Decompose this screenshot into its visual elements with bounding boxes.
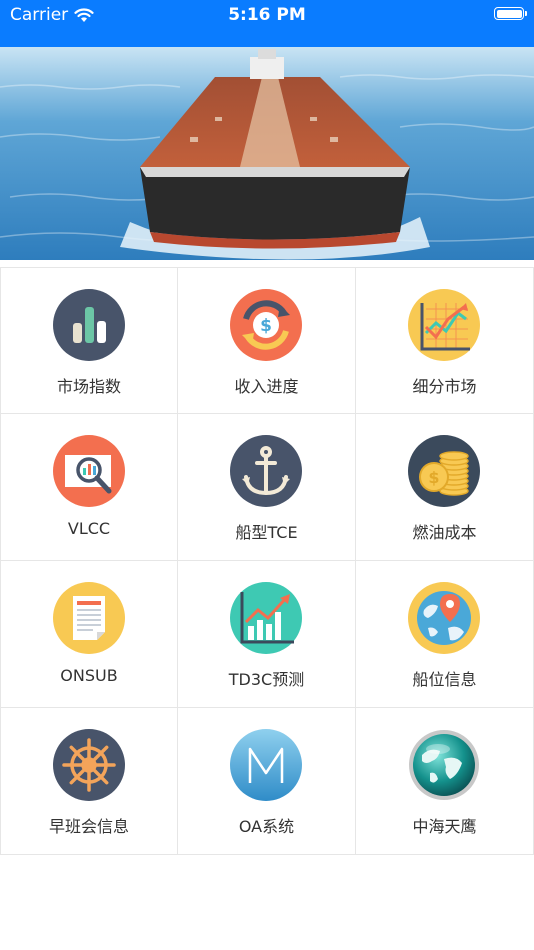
- menu-item-segment-market[interactable]: 细分市场: [356, 267, 534, 414]
- svg-text:$: $: [428, 468, 439, 487]
- status-time: 5:16 PM: [228, 5, 306, 25]
- menu-item-label: OA系统: [238, 817, 295, 836]
- magnifier-chart-icon: [53, 435, 125, 507]
- menu-item-label: ONSUB: [60, 666, 118, 685]
- menu-item-label: TD3C预测: [228, 670, 305, 689]
- menu-item-vlcc[interactable]: VLCC: [0, 414, 178, 561]
- menu-item-label: 收入进度: [234, 377, 299, 396]
- menu-item-oa-system[interactable]: OA系统: [178, 708, 356, 855]
- banner-image[interactable]: [0, 47, 534, 260]
- dollar-cycle-icon: $: [230, 289, 302, 361]
- menu-item-label: 船型TCE: [235, 523, 298, 542]
- coin-stack-icon: $: [408, 435, 480, 507]
- battery-icon: [494, 7, 527, 20]
- menu-item-label: 中海天鹰: [412, 817, 477, 836]
- menu-item-label: 市场指数: [56, 377, 121, 396]
- status-bar: Carrier 5:16 PM: [0, 0, 534, 47]
- globe-pin-icon: [408, 582, 480, 654]
- menu-grid: 市场指数 $ 收入进度 细分市场 VLCC 船型TCE $ 燃油成本 ONSUB…: [0, 267, 534, 855]
- svg-text:$: $: [260, 316, 272, 336]
- menu-item-revenue-progress[interactable]: $ 收入进度: [178, 267, 356, 414]
- oil-tanker-photo: [0, 47, 534, 260]
- line-chart-grid-icon: [408, 289, 480, 361]
- menu-item-label: 细分市场: [412, 377, 477, 396]
- menu-item-label: VLCC: [67, 519, 111, 538]
- menu-item-morning-meeting[interactable]: 早班会信息: [0, 708, 178, 855]
- menu-item-ship-position[interactable]: 船位信息: [356, 561, 534, 708]
- bar-chart-icon: [53, 289, 125, 361]
- menu-item-zhonghai-tianying[interactable]: 中海天鹰: [356, 708, 534, 855]
- menu-item-label: 燃油成本: [412, 523, 477, 542]
- anchor-icon: [230, 435, 302, 507]
- menu-item-label: 船位信息: [412, 670, 477, 689]
- menu-item-ship-type-tce[interactable]: 船型TCE: [178, 414, 356, 561]
- menu-item-label: 早班会信息: [48, 817, 129, 836]
- document-icon: [53, 582, 125, 654]
- trend-chart-icon: [230, 582, 302, 654]
- globe-icon: [409, 730, 479, 800]
- menu-item-fuel-cost[interactable]: $ 燃油成本: [356, 414, 534, 561]
- menu-item-onsub[interactable]: ONSUB: [0, 561, 178, 708]
- ship-wheel-icon: [53, 729, 125, 801]
- menu-item-market-index[interactable]: 市场指数: [0, 267, 178, 414]
- menu-item-td3c-forecast[interactable]: TD3C预测: [178, 561, 356, 708]
- letter-m-icon: [230, 729, 302, 801]
